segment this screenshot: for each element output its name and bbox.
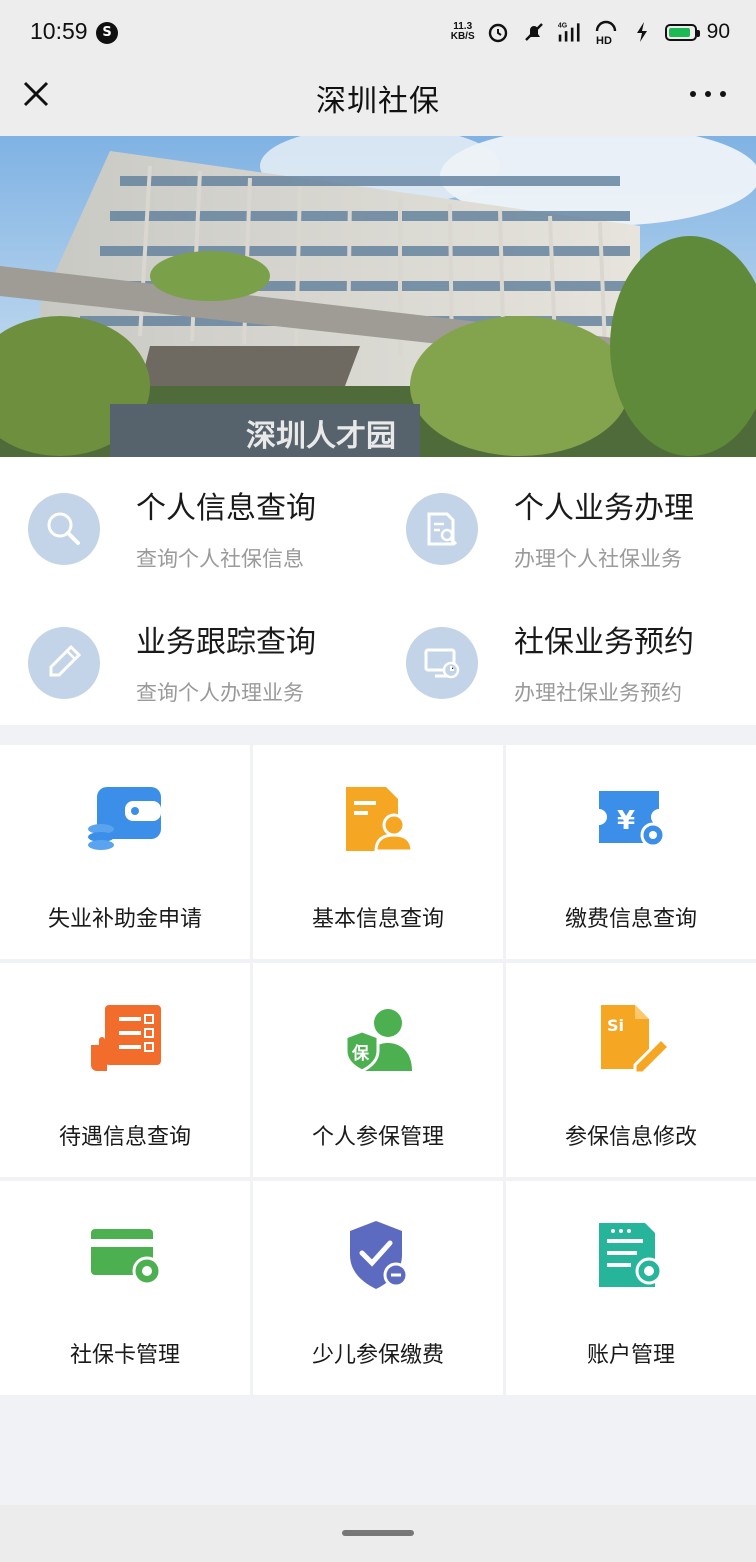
charging-icon xyxy=(629,19,655,45)
quick-item-title: 业务跟踪查询 xyxy=(136,625,316,660)
4g-signal-icon: 4G xyxy=(557,19,583,45)
svg-text:4G: 4G xyxy=(558,23,567,30)
shield-check-icon xyxy=(338,1219,418,1291)
service-unemployment-subsidy[interactable]: 失业补助金申请 xyxy=(0,745,250,959)
alarm-icon xyxy=(485,19,511,45)
account-gear-icon xyxy=(591,1219,671,1291)
pen-icon xyxy=(28,627,100,699)
nav-bar: 深圳社保 xyxy=(0,62,756,136)
service-insurance-management[interactable]: 保 个人参保管理 xyxy=(253,963,503,1177)
more-dots-icon[interactable] xyxy=(690,76,726,112)
si-badge-text: Si xyxy=(607,1016,624,1035)
service-child-insurance[interactable]: 少儿参保缴费 xyxy=(253,1181,503,1395)
battery-fill xyxy=(668,27,691,37)
service-label: 待遇信息查询 xyxy=(58,1125,191,1150)
service-label: 缴费信息查询 xyxy=(564,907,697,932)
document-search-icon xyxy=(406,493,478,565)
service-basic-info[interactable]: 基本信息查询 xyxy=(253,745,503,959)
quick-item-personal-info[interactable]: 个人信息查询 查询个人社保信息 xyxy=(0,457,378,591)
quick-item-title: 个人业务办理 xyxy=(514,491,694,526)
home-indicator[interactable] xyxy=(342,1530,414,1536)
quick-item-title: 社保业务预约 xyxy=(514,625,694,660)
quick-item-subtitle: 查询个人办理业务 xyxy=(136,681,304,705)
quick-item-title: 个人信息查询 xyxy=(136,491,316,526)
monitor-clock-icon xyxy=(406,627,478,699)
net-speed: 11.3 KB/S xyxy=(450,21,475,42)
banner-sign-text: 深圳人才园 xyxy=(246,419,396,454)
page-title: 深圳社保 xyxy=(316,84,440,119)
search-icon xyxy=(28,493,100,565)
s-circle-icon: S xyxy=(96,22,118,44)
services-grid: 失业补助金申请 基本信息查询 ¥ 缴费信息查询 待遇信息查询 保 个人参保管理 … xyxy=(0,745,756,1395)
status-icons: 11.3 KB/S 4G HD 90 xyxy=(451,14,730,50)
quick-item-subtitle: 查询个人社保信息 xyxy=(136,547,304,571)
wallet-coins-icon xyxy=(85,783,165,855)
service-payment-info[interactable]: ¥ 缴费信息查询 xyxy=(506,745,756,959)
status-bar: 10:59 S 11.3 KB/S 4G HD 90 xyxy=(0,0,756,62)
service-label: 参保信息修改 xyxy=(564,1125,697,1150)
status-time: 10:59 xyxy=(30,18,88,44)
service-label: 账户管理 xyxy=(586,1343,675,1368)
battery-icon xyxy=(664,23,700,41)
quick-item-personal-business[interactable]: 个人业务办理 办理个人社保业务 xyxy=(378,457,756,591)
service-label: 少儿参保缴费 xyxy=(311,1343,444,1368)
quick-services-panel: 个人信息查询 查询个人社保信息 个人业务办理 办理个人社保业务 业务跟踪查询 查… xyxy=(0,457,756,725)
service-insurance-modify[interactable]: Si 参保信息修改 xyxy=(506,963,756,1177)
service-card-management[interactable]: 社保卡管理 xyxy=(0,1181,250,1395)
quick-item-subtitle: 办理个人社保业务 xyxy=(514,547,682,571)
shield-badge-text: 保 xyxy=(351,1043,370,1064)
quick-item-appointment[interactable]: 社保业务预约 办理社保业务预约 xyxy=(378,591,756,725)
service-label: 基本信息查询 xyxy=(311,907,444,932)
bottom-gesture-bar xyxy=(0,1505,756,1562)
user-document-icon xyxy=(338,783,418,855)
quick-item-subtitle: 办理社保业务预约 xyxy=(514,681,682,705)
banner-image: 深圳人才园 xyxy=(0,136,756,457)
battery-level: 90 xyxy=(706,20,730,43)
service-label: 失业补助金申请 xyxy=(47,907,202,932)
service-label: 社保卡管理 xyxy=(69,1343,180,1368)
service-label: 个人参保管理 xyxy=(311,1125,444,1150)
mute-icon xyxy=(521,19,547,45)
yen-symbol: ¥ xyxy=(617,806,635,836)
card-gear-icon xyxy=(85,1219,165,1291)
service-account-management[interactable]: 账户管理 xyxy=(506,1181,756,1395)
svg-text:HD: HD xyxy=(596,35,612,45)
yen-ticket-icon: ¥ xyxy=(591,783,671,855)
insured-person-icon: 保 xyxy=(338,1001,418,1073)
quick-item-business-tracking[interactable]: 业务跟踪查询 查询个人办理业务 xyxy=(0,591,378,725)
service-benefits-info[interactable]: 待遇信息查询 xyxy=(0,963,250,1177)
hd-icon: HD xyxy=(593,19,619,45)
checklist-hand-icon xyxy=(85,1001,165,1073)
si-edit-icon: Si xyxy=(591,1001,672,1075)
